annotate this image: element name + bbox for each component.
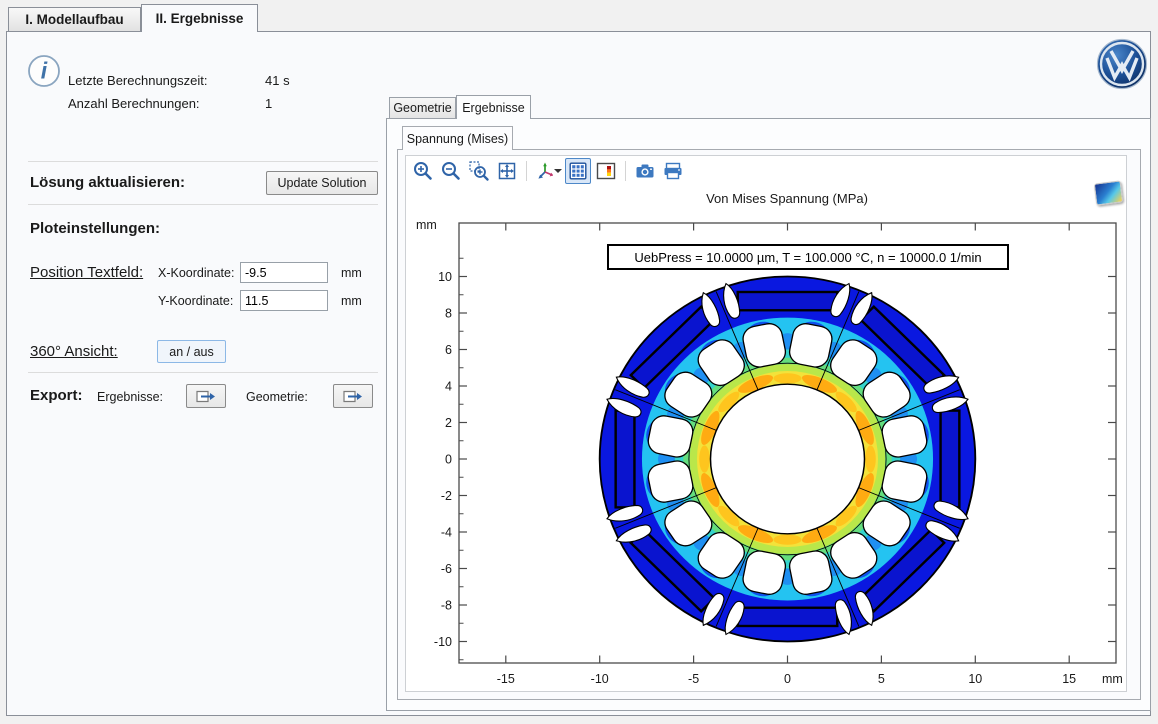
y-tick-label: -4 bbox=[441, 526, 452, 540]
y-tick-label: 8 bbox=[445, 307, 452, 321]
tab-geometrie-label: Geometrie bbox=[393, 101, 451, 115]
plot-settings-heading: Ploteinstellungen: bbox=[30, 220, 160, 237]
grid-toggle-button[interactable] bbox=[565, 158, 591, 184]
stress-plot: Von Mises Spannung (MPa) -15 -10 -5 0 5 10 15 10… bbox=[406, 156, 1126, 691]
calc-count-value: 1 bbox=[265, 96, 272, 111]
snapshot-button[interactable] bbox=[632, 158, 658, 184]
plot-toolbar bbox=[410, 158, 686, 184]
export-icon bbox=[342, 389, 364, 404]
calc-count-label: Anzahl Berechnungen: bbox=[68, 96, 200, 111]
export-heading: Export: bbox=[30, 387, 83, 404]
tab-spannung-mises[interactable]: Spannung (Mises) bbox=[402, 126, 513, 150]
plot-frame: Von Mises Spannung (MPa) -15 -10 -5 0 5 10 15 10… bbox=[405, 155, 1127, 692]
export-results-button[interactable] bbox=[186, 384, 226, 408]
zoom-out-button[interactable] bbox=[438, 158, 464, 184]
x-coordinate-unit: mm bbox=[341, 266, 362, 280]
x-tick-label: 5 bbox=[878, 672, 885, 686]
y-tick-label: -8 bbox=[441, 599, 452, 613]
rotor-graphic bbox=[600, 277, 976, 642]
x-tick-label: -10 bbox=[591, 672, 609, 686]
export-geometry-label: Geometrie: bbox=[246, 390, 308, 404]
zoom-in-icon bbox=[412, 160, 434, 182]
y-tick-label: -6 bbox=[441, 562, 452, 576]
print-button[interactable] bbox=[660, 158, 686, 184]
zoom-extents-icon bbox=[496, 160, 518, 182]
axes-orientation-icon bbox=[534, 160, 553, 182]
zoom-in-button[interactable] bbox=[410, 158, 436, 184]
axes-dropdown-caret[interactable] bbox=[554, 169, 562, 173]
y-coordinate-input[interactable] bbox=[240, 290, 328, 311]
view360-label: 360° Ansicht: bbox=[30, 343, 118, 360]
grid-icon bbox=[567, 160, 589, 182]
tab-ergebnisse[interactable]: II. Ergebnisse bbox=[141, 4, 258, 32]
svg-text:i: i bbox=[41, 58, 48, 84]
zoom-box-icon bbox=[468, 160, 490, 182]
x-tick-label: 15 bbox=[1062, 672, 1076, 686]
tab-spannung-mises-label: Spannung (Mises) bbox=[407, 132, 508, 146]
export-results-label: Ergebnisse: bbox=[97, 390, 163, 404]
x-tick-label: -5 bbox=[688, 672, 699, 686]
update-solution-label: Update Solution bbox=[278, 176, 367, 190]
export-geometry-button[interactable] bbox=[333, 384, 373, 408]
zoom-out-icon bbox=[440, 160, 462, 182]
axes-orientation-button[interactable] bbox=[533, 158, 563, 184]
info-icon: i bbox=[27, 54, 61, 88]
color-legend-icon bbox=[595, 160, 617, 182]
export-icon bbox=[195, 389, 217, 404]
mini-plot-icon[interactable] bbox=[1094, 180, 1123, 205]
x-coordinate-label: X-Koordinate: bbox=[158, 266, 234, 280]
tab-ergebnisse-inner[interactable]: Ergebnisse bbox=[456, 95, 531, 119]
y-tick-label: 0 bbox=[445, 453, 452, 467]
separator bbox=[28, 372, 378, 373]
tab-geometrie[interactable]: Geometrie bbox=[389, 97, 456, 119]
toolbar-separator bbox=[625, 161, 626, 181]
toolbar-separator bbox=[526, 161, 527, 181]
plot-title: Von Mises Spannung (MPa) bbox=[706, 191, 868, 206]
y-tick-label: 2 bbox=[445, 416, 452, 430]
zoom-extents-button[interactable] bbox=[494, 158, 520, 184]
solution-heading: Lösung aktualisieren: bbox=[30, 174, 185, 191]
update-solution-button[interactable]: Update Solution bbox=[266, 171, 378, 195]
x-coordinate-input[interactable] bbox=[240, 262, 328, 283]
last-calc-time-label: Letzte Berechnungszeit: bbox=[68, 73, 207, 88]
y-coordinate-label: Y-Koordinate: bbox=[158, 294, 233, 308]
color-legend-button[interactable] bbox=[593, 158, 619, 184]
y-axis-unit: mm bbox=[416, 218, 437, 232]
tab-ergebnisse-inner-label: Ergebnisse bbox=[462, 101, 525, 115]
tab-modellaufbau[interactable]: I. Modellaufbau bbox=[8, 7, 141, 32]
zoom-box-button[interactable] bbox=[466, 158, 492, 184]
y-tick-label: -10 bbox=[434, 635, 452, 649]
tab-modellaufbau-label: I. Modellaufbau bbox=[25, 12, 123, 27]
y-tick-label: 6 bbox=[445, 343, 452, 357]
x-tick-label: 0 bbox=[784, 672, 791, 686]
x-tick-label: -15 bbox=[497, 672, 515, 686]
annotation-text: UebPress = 10.0000 µm, T = 100.000 °C, n… bbox=[634, 250, 981, 265]
printer-icon bbox=[662, 160, 684, 182]
view360-toggle-label: an / aus bbox=[169, 345, 213, 359]
separator bbox=[28, 161, 378, 162]
separator bbox=[28, 204, 378, 205]
vw-logo bbox=[1096, 38, 1148, 90]
y-tick-label: -2 bbox=[441, 489, 452, 503]
camera-icon bbox=[634, 160, 656, 182]
view360-toggle-button[interactable]: an / aus bbox=[157, 340, 226, 363]
last-calc-time-value: 41 s bbox=[265, 73, 290, 88]
position-textfield-label: Position Textfeld: bbox=[30, 264, 143, 281]
tab-ergebnisse-label: II. Ergebnisse bbox=[156, 11, 244, 26]
y-coordinate-unit: mm bbox=[341, 294, 362, 308]
x-tick-label: 10 bbox=[968, 672, 982, 686]
y-tick-label: 4 bbox=[445, 380, 452, 394]
y-tick-label: 10 bbox=[438, 270, 452, 284]
x-axis-unit: mm bbox=[1102, 672, 1123, 686]
